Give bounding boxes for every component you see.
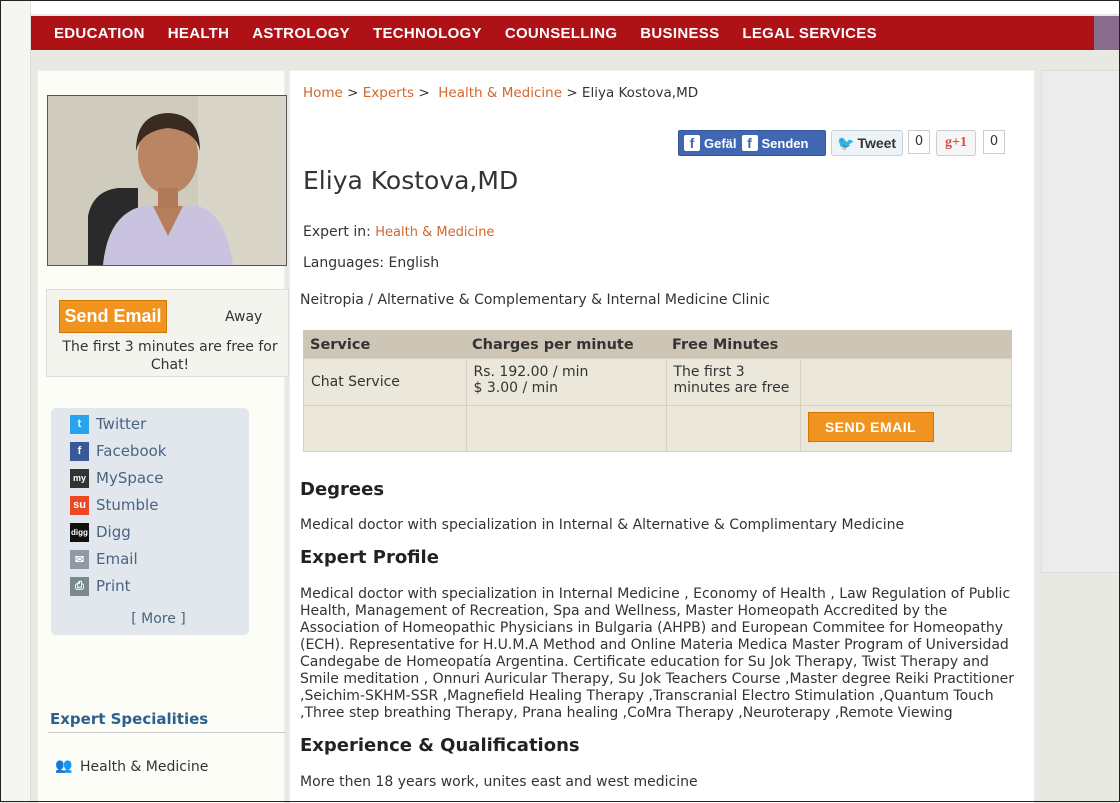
nav-counselling[interactable]: COUNSELLING [505,25,617,42]
facebook-like-send-button[interactable]: f Gefäl f Senden [678,130,826,156]
experience-text: More then 18 years work, unites east and… [300,774,698,790]
cell-free-minutes: The first 3 minutes are free [665,358,801,406]
expert-photo-image [48,96,286,265]
charge-usd: $ 3.00 / min [473,380,559,396]
availability-status: Away [225,309,263,325]
breadcrumb-home[interactable]: Home [303,85,343,101]
share-stumble[interactable]: su Stumble [70,495,158,515]
share-myspace[interactable]: my MySpace [70,468,164,488]
cell-service: Chat Service [303,358,467,406]
top-nav-bar: EDUCATION HEALTH ASTROLOGY TECHNOLOGY CO… [31,16,1120,50]
facebook-icon: f [70,441,89,461]
facebook-icon: f [741,135,758,151]
send-email-button[interactable]: Send Email [59,300,167,333]
breadcrumb-current: Eliya Kostova,MD [581,85,699,101]
facebook-like-label: Gefäl [704,135,737,151]
share-stumble-label: Stumble [96,496,159,514]
myspace-icon: my [70,468,89,488]
expert-languages: Languages: English [303,255,440,271]
service-table-header: Service Charges per minute Free Minutes [303,330,1012,359]
breadcrumb-separator: > [566,85,578,101]
contact-box: Send Email Away The first 3 minutes are … [46,289,289,377]
tweet-button[interactable]: 🐦 Tweet [831,130,903,156]
nav-business[interactable]: BUSINESS [640,25,719,42]
cell-empty [303,405,467,452]
expert-profile-text: Medical doctor with specialization in In… [300,586,1015,721]
cell-empty [665,405,801,452]
breadcrumb-separator: > [347,85,359,101]
expert-name: Eliya Kostova,MD [303,166,519,195]
share-digg-label: Digg [96,523,131,541]
service-table: Service Charges per minute Free Minutes … [303,330,1012,452]
breadcrumb: Home > Experts > Health & Medicine > Eli… [303,85,698,101]
nav-health[interactable]: HEALTH [168,25,230,42]
table-send-email-button[interactable]: SEND EMAIL [807,412,934,442]
right-sidebar [1041,70,1120,573]
tweet-label: Tweet [857,135,897,151]
breadcrumb-separator: > [418,85,430,101]
share-more-link[interactable]: [ More ] [51,611,266,627]
stumbleupon-icon: su [70,495,89,515]
expert-clinic: Neitropia / Alternative & Complementary … [300,292,770,308]
charge-rs: Rs. 192.00 / min [473,364,589,380]
nav-bar-end-tab [1094,16,1120,50]
free-minutes-note: The first 3 minutes are free for Chat! [62,339,278,373]
cell-action: SEND EMAIL [799,405,1012,452]
expert-in-category-link[interactable]: Health & Medicine [375,225,494,240]
share-facebook-label: Facebook [96,442,167,460]
nav-technology[interactable]: TECHNOLOGY [373,25,482,42]
expert-profile-heading: Expert Profile [300,547,439,568]
share-email[interactable]: ✉ Email [70,549,138,569]
print-icon: ⎙ [70,576,89,596]
header-free-minutes: Free Minutes [666,330,800,359]
share-print-label: Print [96,577,131,595]
email-icon: ✉ [70,549,89,569]
google-plus-button[interactable]: g+1 [936,130,976,156]
specialities-title: Expert Specialities [50,710,209,728]
tweet-count: 0 [908,130,930,154]
table-row: SEND EMAIL [303,405,1012,452]
cell-empty [799,358,1012,406]
cell-charges: Rs. 192.00 / min $ 3.00 / min [465,358,667,406]
google-plus-icon: g [945,135,952,150]
twitter-icon: t [70,414,89,434]
people-icon: 👥 [55,758,73,774]
nav-education[interactable]: EDUCATION [54,25,145,42]
nav-legal-services[interactable]: LEGAL SERVICES [742,25,877,42]
share-box: t Twitter f Facebook my MySpace su Stumb… [51,408,249,635]
table-row: Chat Service Rs. 192.00 / min $ 3.00 / m… [303,358,1012,406]
share-twitter[interactable]: t Twitter [70,414,146,434]
google-plus-count: 0 [983,130,1005,154]
window-left-strip [0,0,31,802]
share-email-label: Email [96,550,138,568]
share-digg[interactable]: digg Digg [70,522,131,542]
cell-empty [465,405,667,452]
window-top-strip [0,0,1120,14]
experience-heading: Experience & Qualifications [300,735,580,756]
header-charges: Charges per minute [466,330,666,359]
facebook-send-label: Senden [761,135,809,151]
google-plus-label: +1 [952,135,967,150]
share-facebook[interactable]: f Facebook [70,441,166,461]
share-myspace-label: MySpace [96,469,164,487]
degrees-text: Medical doctor with specialization in In… [300,517,905,533]
expert-photo [47,95,287,266]
digg-icon: digg [70,522,89,542]
twitter-bird-icon: 🐦 [837,134,855,151]
speciality-label: Health & Medicine [80,759,209,775]
facebook-icon: f [684,135,700,151]
nav-astrology[interactable]: ASTROLOGY [252,25,350,42]
breadcrumb-experts[interactable]: Experts [363,85,414,101]
share-print[interactable]: ⎙ Print [70,576,131,596]
degrees-heading: Degrees [300,479,385,500]
specialities-divider [48,732,286,733]
header-action [800,330,1012,359]
header-service: Service [303,330,466,359]
breadcrumb-category[interactable]: Health & Medicine [438,85,562,101]
expert-in-label: Expert in: [303,224,371,240]
share-twitter-label: Twitter [96,415,147,433]
expert-in: Expert in: Health & Medicine [303,224,494,240]
speciality-item[interactable]: 👥 Health & Medicine [55,758,208,776]
